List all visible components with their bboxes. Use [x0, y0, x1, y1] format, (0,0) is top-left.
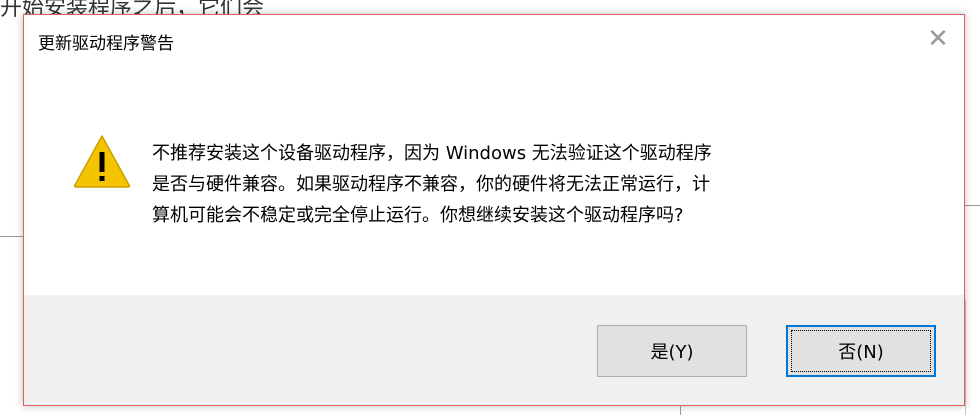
background-divider-left: [0, 236, 25, 237]
no-button[interactable]: 否(N): [786, 325, 936, 377]
yes-button-label: 是(Y): [650, 342, 694, 363]
close-icon[interactable]: ✕: [922, 23, 954, 55]
warning-icon: [72, 133, 132, 189]
driver-warning-dialog: 更新驱动程序警告 ✕ 不推荐安装这个设备驱动程序，因为 Windows 无法验证…: [23, 14, 965, 406]
dialog-title: 更新驱动程序警告: [38, 34, 174, 54]
screen: 开始安装程序之后，它们会 更新驱动程序警告 ✕ 不推荐安装这个设备驱动程序，因为…: [0, 0, 980, 415]
yes-button[interactable]: 是(Y): [597, 325, 747, 377]
focus-rectangle: [791, 330, 931, 372]
message-line: 不推荐安装这个设备驱动程序，因为 Windows 无法验证这个驱动程序: [152, 143, 712, 164]
message-line: 算机可能会不稳定或完全停止运行。你想继续安装这个驱动程序吗?: [152, 205, 684, 226]
dialog-button-bar: 是(Y) 否(N): [24, 295, 964, 405]
warning-message: 不推荐安装这个设备驱动程序，因为 Windows 无法验证这个驱动程序 是否与硬…: [152, 138, 932, 231]
message-line: 是否与硬件兼容。如果驱动程序不兼容，你的硬件将无法正常运行，计: [152, 174, 710, 195]
background-border-right: [965, 300, 966, 415]
background-border-bottom: [680, 405, 681, 415]
